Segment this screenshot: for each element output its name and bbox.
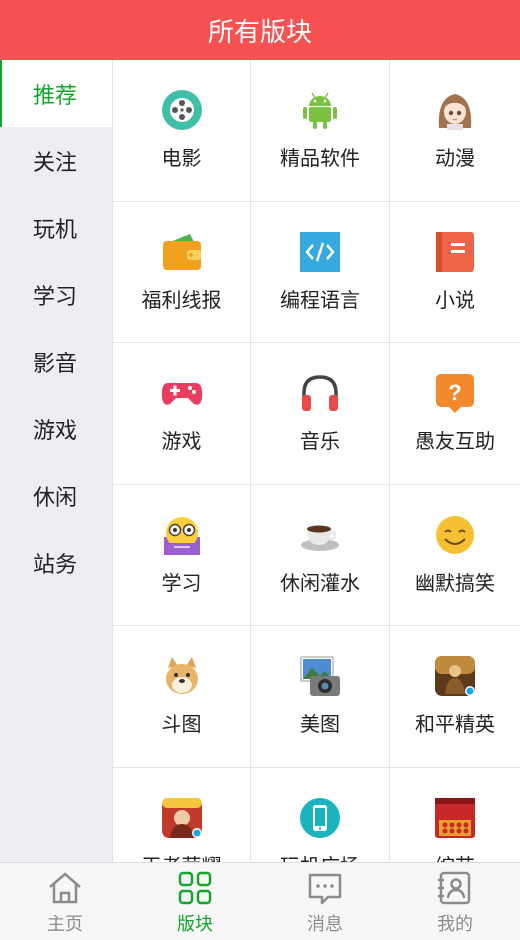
forum-tile-software[interactable]: 精品软件 — [251, 60, 390, 202]
forum-tile-label: 动漫 — [435, 146, 475, 170]
page-title: 所有版块 — [207, 17, 312, 48]
forum-tile-label: 学习 — [161, 570, 202, 595]
grid-icon — [175, 868, 215, 908]
gamepad-icon — [160, 371, 204, 415]
forum-tile-programming[interactable]: 编程语言 — [251, 201, 390, 343]
sidebar-item-recommend[interactable]: 推荐 — [0, 60, 112, 127]
photo-camera-icon — [298, 654, 342, 698]
sidebar-item-label: 学习 — [33, 284, 78, 310]
forum-tile-photos[interactable]: 美图 — [251, 626, 390, 768]
anime-girl-icon — [433, 88, 477, 132]
sidebar-item-label: 休闲 — [33, 485, 78, 511]
book-icon — [433, 230, 477, 274]
sidebar-item-study[interactable]: 学习 — [0, 261, 112, 328]
phone-icon — [298, 796, 342, 840]
forum-tile-label: 音乐 — [300, 429, 340, 453]
question-icon: ? — [433, 371, 477, 415]
wallet-icon — [160, 230, 204, 274]
forum-tile-peace-elite[interactable]: 和平精英 — [390, 626, 520, 768]
smile-emoji-icon — [433, 513, 477, 557]
top-bar: 所有版块 — [0, 0, 520, 60]
forum-tile-label: 愚友互助 — [415, 429, 495, 453]
forum-tile-humor[interactable]: 幽默搞笑 — [390, 485, 520, 626]
forum-tile-label: 休闲灌水 — [280, 570, 360, 595]
headphones-icon — [298, 371, 342, 415]
forum-grid: 电影 精品软件 动漫 福利线报 编程语言 小说 游戏 音乐 ? 愚友互助 学习 … — [113, 60, 520, 862]
forum-tile-study[interactable]: 学习 — [113, 484, 251, 626]
forum-tile-label: 精品软件 — [280, 146, 360, 170]
sidebar-item-label: 关注 — [33, 150, 78, 176]
forum-tile-help[interactable]: ? 愚友互助 — [390, 343, 520, 485]
forum-tile-label: 美图 — [300, 712, 340, 736]
forum-tile-anime[interactable]: 动漫 — [390, 60, 520, 202]
tab-sections[interactable]: 版块 — [130, 863, 260, 940]
forum-tile-music[interactable]: 音乐 — [251, 343, 390, 485]
tab-label: 版块 — [177, 913, 213, 935]
code-icon — [298, 230, 342, 274]
tab-label: 主页 — [47, 913, 83, 935]
forum-tile-variety-show[interactable]: 综艺 — [390, 768, 520, 863]
tab-home[interactable]: 主页 — [0, 863, 130, 940]
forum-tile-chat[interactable]: 休闲灌水 — [251, 484, 390, 626]
sidebar-item-media[interactable]: 影音 — [0, 328, 112, 395]
forum-tile-phone-square[interactable]: 玩机广场 — [251, 767, 390, 863]
home-icon — [45, 868, 85, 908]
forum-tile-label: 游戏 — [161, 429, 202, 453]
forum-tile-deals[interactable]: 福利线报 — [113, 201, 251, 343]
sidebar-item-label: 推荐 — [33, 83, 78, 109]
sidebar-item-follow[interactable]: 关注 — [0, 127, 112, 194]
android-icon — [298, 88, 342, 132]
forum-tile-label: 王者荣耀 — [142, 850, 222, 863]
peace-elite-game-icon — [433, 654, 477, 698]
forum-tile-novels[interactable]: 小说 — [390, 202, 520, 343]
stage-icon — [433, 796, 477, 840]
forum-tile-label: 玩机广场 — [280, 850, 360, 863]
forum-tile-label: 电影 — [161, 146, 202, 170]
forum-tile-label: 综艺 — [435, 850, 475, 863]
sidebar-item-site-affairs[interactable]: 站务 — [0, 529, 112, 596]
category-sidebar: 推荐 关注 玩机 学习 影音 游戏 休闲 站务 — [0, 60, 113, 862]
doge-icon — [160, 654, 204, 698]
forum-tile-movies[interactable]: 电影 — [113, 60, 251, 202]
tab-me[interactable]: 我的 — [390, 863, 520, 940]
nerd-emoji-icon — [160, 513, 204, 557]
forum-grid-panel: 电影 精品软件 动漫 福利线报 编程语言 小说 游戏 音乐 ? 愚友互助 学习 … — [113, 60, 520, 862]
tab-label: 消息 — [307, 913, 343, 935]
sidebar-item-label: 站务 — [33, 552, 78, 578]
forum-tile-label: 福利线报 — [141, 287, 222, 312]
forum-tile-label: 幽默搞笑 — [415, 570, 495, 595]
forum-tile-label: 小说 — [435, 287, 475, 312]
forum-tile-games[interactable]: 游戏 — [113, 343, 251, 485]
film-reel-icon — [160, 88, 204, 132]
tab-label: 我的 — [437, 913, 473, 935]
sidebar-item-label: 玩机 — [33, 217, 78, 243]
sidebar-item-label: 游戏 — [33, 418, 78, 444]
sidebar-item-games[interactable]: 游戏 — [0, 395, 112, 462]
sidebar-item-leisure[interactable]: 休闲 — [0, 462, 112, 529]
tab-messages[interactable]: 消息 — [260, 863, 390, 940]
sidebar-item-phone-tips[interactable]: 玩机 — [0, 194, 112, 261]
forum-tile-memes[interactable]: 斗图 — [113, 626, 251, 768]
message-icon — [305, 868, 345, 908]
bottom-tab-bar: 主页 版块 消息 我的 — [0, 862, 520, 940]
svg-text:?: ? — [448, 380, 461, 405]
forum-tile-honor-of-kings[interactable]: 王者荣耀 — [113, 767, 251, 863]
sidebar-item-label: 影音 — [33, 351, 78, 377]
forum-tile-label: 编程语言 — [280, 287, 360, 312]
honor-of-kings-icon — [160, 796, 204, 840]
forum-tile-label: 和平精英 — [415, 712, 495, 736]
forum-tile-label: 斗图 — [161, 712, 202, 736]
coffee-cup-icon — [298, 513, 342, 557]
profile-card-icon — [435, 868, 475, 908]
